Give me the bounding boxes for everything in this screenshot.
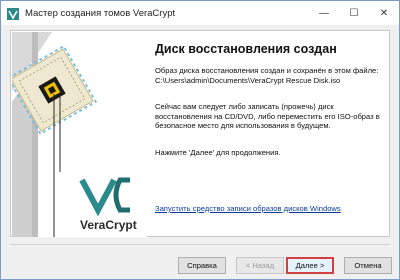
iso-path-text: C:\Users\admin\Documents\VeraCrypt Rescu… [155, 75, 341, 85]
maximize-button[interactable]: ☐ [339, 1, 369, 25]
veracrypt-logo-text: VeraCrypt [80, 218, 137, 232]
close-button[interactable]: ✕ [369, 1, 399, 25]
help-button[interactable]: Справка [178, 257, 226, 274]
cancel-button[interactable]: Отмена [344, 257, 392, 274]
window-controls: — ☐ ✕ [309, 1, 399, 25]
page-heading: Диск восстановления создан [155, 42, 337, 56]
window-title: Мастер создания томов VeraCrypt [25, 7, 176, 19]
rescue-disk-path-text: Образ диска восстановления создан и сохр… [155, 66, 383, 85]
instructions-text: Сейчас вам следует либо записать (прожеч… [155, 102, 380, 131]
next-button[interactable]: Далее > [286, 257, 334, 274]
veracrypt-app-icon [7, 7, 19, 20]
title-bar: Мастер создания томов VeraCrypt — ☐ ✕ [1, 1, 399, 25]
chip-key-icon [12, 32, 130, 237]
wizard-graphic: VeraCrypt [12, 32, 147, 237]
wizard-window: Мастер создания томов VeraCrypt — ☐ ✕ Ve… [0, 0, 400, 280]
launch-disc-burner-link[interactable]: Запустить средство записи образов дисков… [155, 204, 341, 213]
back-button[interactable]: < Назад [236, 257, 284, 274]
wizard-content-panel: VeraCrypt Диск восстановления создан Обр… [10, 30, 390, 237]
minimize-button[interactable]: — [309, 1, 339, 25]
footer-divider [10, 244, 390, 245]
path-intro-text: Образ диска восстановления создан и сохр… [155, 66, 379, 75]
continue-hint-text: Нажмите 'Далее' для продолжения. [155, 148, 281, 157]
